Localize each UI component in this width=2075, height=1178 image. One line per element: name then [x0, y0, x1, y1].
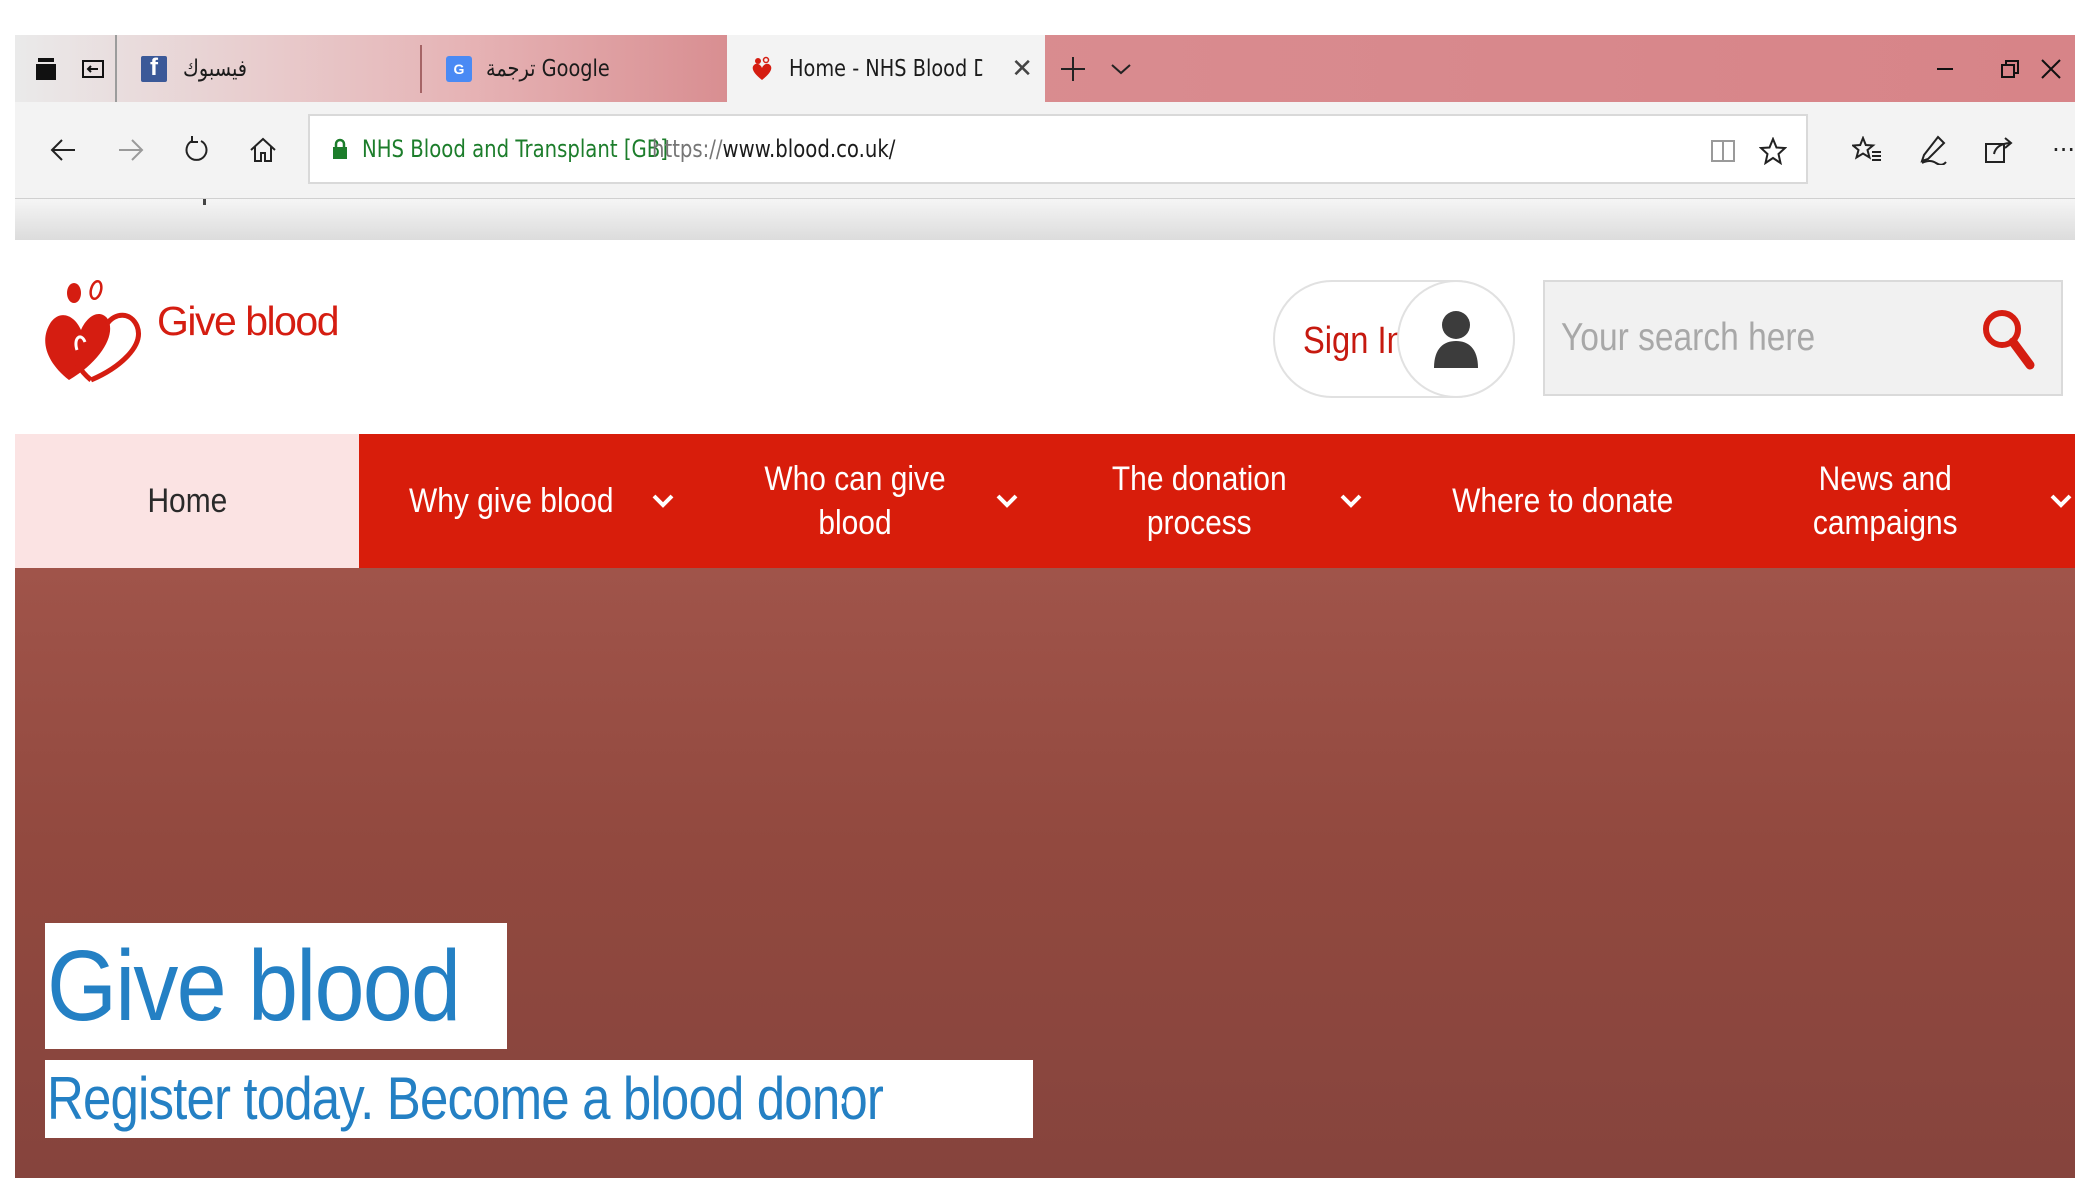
- browser-tab-bar: f فيسبوك G ترجمة Google Home - NHS Blood…: [15, 35, 2075, 102]
- tab-title: فيسبوك: [183, 55, 248, 82]
- hero-banner: Give blood Register today. Become a bloo…: [15, 568, 2075, 1178]
- chevron-down-icon[interactable]: [2049, 434, 2073, 568]
- pen-notes-icon[interactable]: [1903, 102, 1963, 198]
- tab-title: ترجمة Google: [486, 55, 610, 82]
- close-window-icon[interactable]: [2040, 35, 2075, 102]
- forward-arrow-icon[interactable]: [101, 102, 161, 198]
- tab-divider: [420, 45, 422, 93]
- tab-list-chevron-icon[interactable]: [1101, 35, 1141, 102]
- tab-nhs-blood-active[interactable]: Home - NHS Blood Dor ✕: [727, 35, 1045, 102]
- tab-divider: [115, 35, 117, 102]
- new-tab-icon[interactable]: [1047, 35, 1099, 102]
- favorite-star-icon[interactable]: [1748, 116, 1798, 186]
- restore-icon[interactable]: [1980, 35, 2040, 102]
- nav-label: Where to donate: [1452, 482, 1674, 520]
- nav-home[interactable]: Home: [15, 434, 359, 568]
- web-page: Give blood Sign In Your search here Home…: [15, 240, 2075, 1178]
- hero-title: Give blood: [45, 923, 508, 1049]
- nhs-blood-icon: [749, 56, 775, 82]
- nav-donation-process[interactable]: The donation process: [1047, 434, 1391, 568]
- nav-label: Why give blood: [408, 482, 614, 520]
- favorites-hub-icon[interactable]: [1837, 102, 1897, 198]
- hero-period: [839, 1098, 845, 1104]
- url-host: www.blood.co.uk/: [722, 135, 896, 163]
- user-avatar-icon: [1397, 280, 1515, 398]
- set-aside-tabs-icon[interactable]: [27, 35, 67, 102]
- chevron-down-icon[interactable]: [651, 434, 675, 568]
- main-navigation: Home Why give blood Who can give blood T…: [15, 434, 2075, 568]
- address-field[interactable]: NHS Blood and Transplant [GB] https://ww…: [308, 114, 1808, 184]
- nav-who-can-give-blood[interactable]: Who can give blood: [703, 434, 1047, 568]
- more-menu-icon[interactable]: ···: [2033, 102, 2075, 198]
- nav-label: News and campaigns: [1812, 460, 1958, 542]
- share-icon[interactable]: [1969, 102, 2029, 198]
- search-icon[interactable]: [1963, 294, 2053, 384]
- page-top-strip: [15, 198, 2075, 240]
- search-input[interactable]: Your search here: [1561, 282, 1815, 394]
- chevron-down-icon[interactable]: [1339, 434, 1363, 568]
- tab-title: Home - NHS Blood Dor: [789, 55, 982, 82]
- chevron-down-icon[interactable]: [995, 434, 1019, 568]
- lock-icon: [332, 138, 348, 160]
- nav-where-to-donate[interactable]: Where to donate: [1391, 434, 1735, 568]
- minimize-icon[interactable]: [1915, 35, 1975, 102]
- sign-in-button[interactable]: Sign In: [1273, 280, 1515, 398]
- nav-label: Who can give blood: [764, 460, 946, 542]
- url-text[interactable]: https://www.blood.co.uk/: [652, 135, 895, 163]
- url-protocol: https://: [652, 135, 723, 163]
- give-blood-logo[interactable]: Give blood: [41, 276, 340, 386]
- site-search-box[interactable]: Your search here: [1543, 280, 2063, 396]
- reading-view-icon[interactable]: [1698, 116, 1748, 186]
- tab-google-translate[interactable]: G ترجمة Google: [430, 35, 742, 102]
- hero-subtitle: Register today. Become a blood donor: [45, 1060, 1033, 1138]
- site-identity[interactable]: NHS Blood and Transplant [GB]: [362, 135, 668, 163]
- facebook-icon: f: [141, 54, 167, 82]
- nav-why-give-blood[interactable]: Why give blood: [359, 434, 703, 568]
- home-icon[interactable]: [233, 102, 293, 198]
- refresh-icon[interactable]: [167, 102, 227, 198]
- back-arrow-icon[interactable]: [33, 102, 93, 198]
- nav-label: Home: [147, 482, 227, 520]
- logo-text: Give blood: [157, 297, 340, 344]
- browser-address-bar: NHS Blood and Transplant [GB] https://ww…: [15, 102, 2075, 198]
- tab-facebook[interactable]: f فيسبوك: [125, 35, 425, 102]
- tab-preview-icon[interactable]: [73, 35, 113, 102]
- sign-in-label: Sign In: [1303, 319, 1405, 362]
- nav-label: The donation process: [1111, 460, 1287, 542]
- nav-news-campaigns[interactable]: News and campaigns: [1735, 434, 2075, 568]
- google-translate-icon: G: [446, 55, 472, 82]
- close-tab-icon[interactable]: ✕: [1011, 35, 1033, 102]
- blood-drops-logo-icon: [45, 279, 141, 383]
